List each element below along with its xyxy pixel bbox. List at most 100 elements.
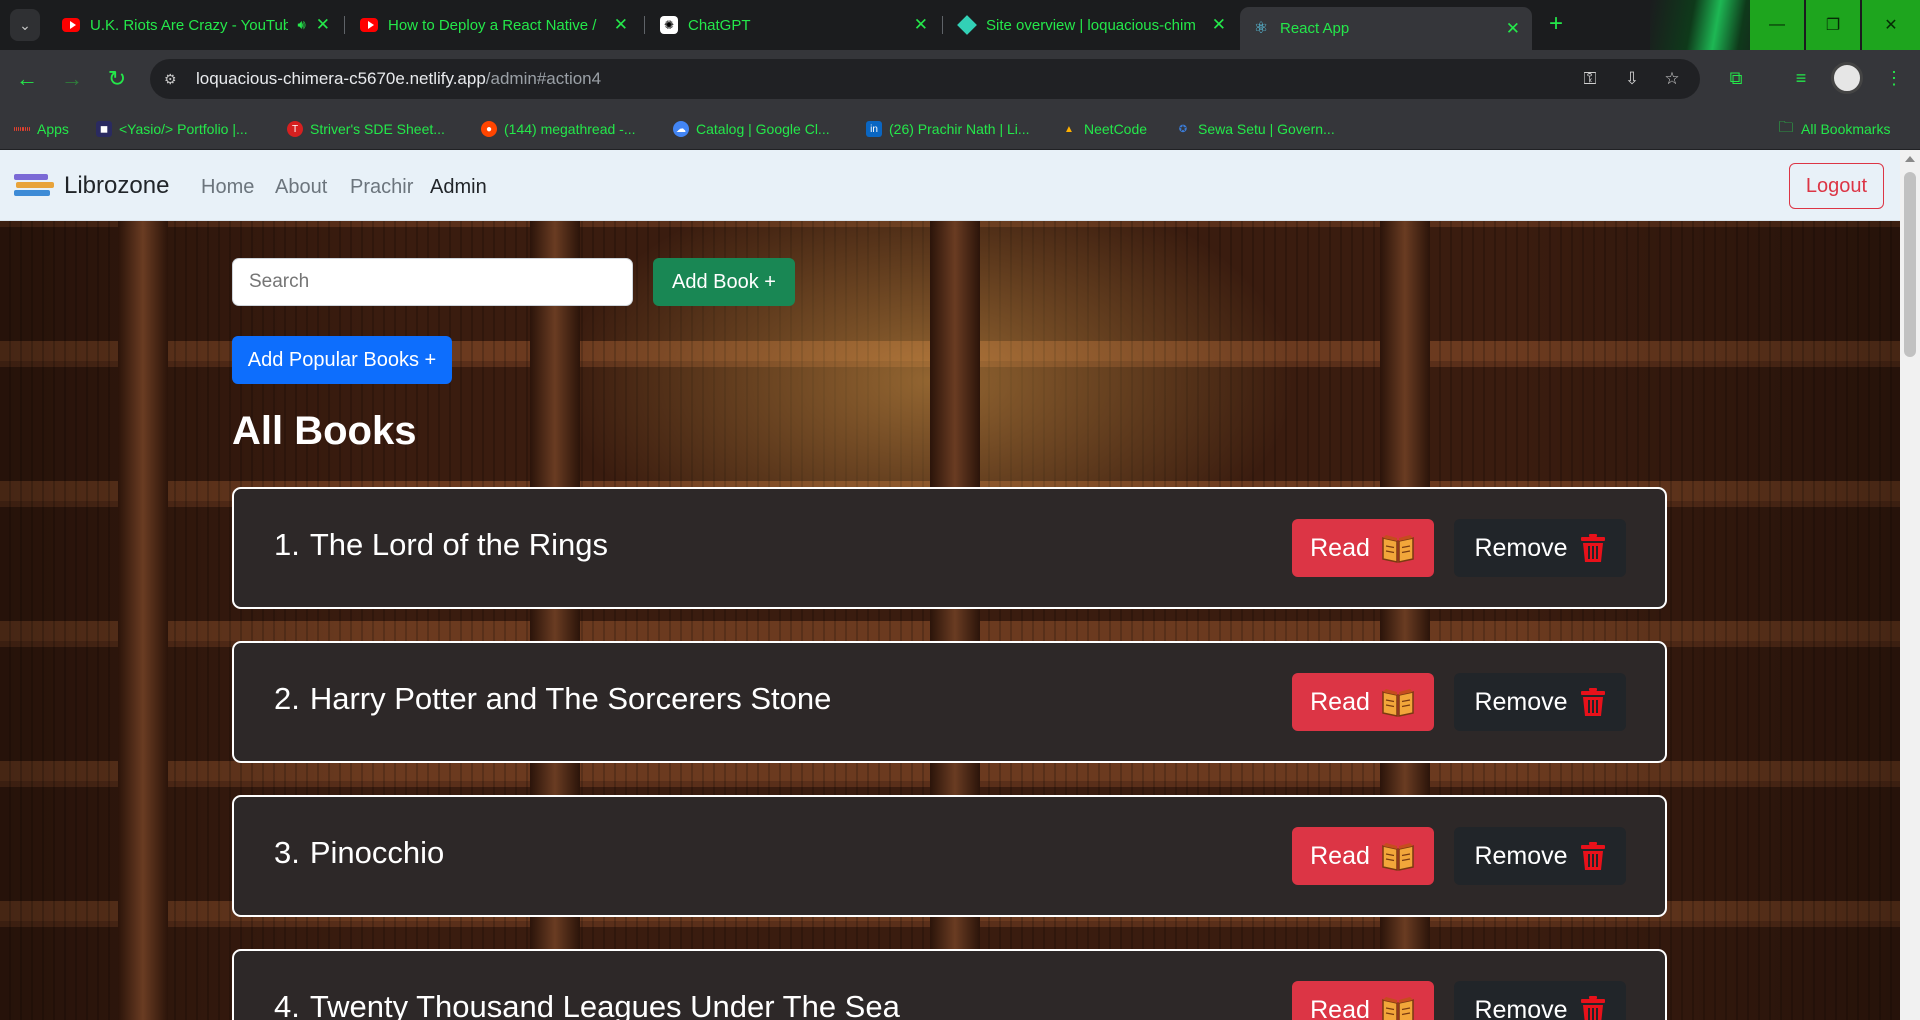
profile-avatar[interactable] bbox=[1831, 62, 1863, 94]
restore-button[interactable]: ❐ bbox=[1806, 0, 1860, 50]
bookmark-neetcode[interactable]: ▲ NeetCode bbox=[1061, 118, 1147, 140]
bookmark-label: <Yasio/> Portfolio |... bbox=[119, 121, 248, 137]
tab-chatgpt[interactable]: ✺ ChatGPT ✕ bbox=[648, 7, 940, 43]
book-card: 1. The Lord of the Rings Read Remove bbox=[232, 487, 1667, 609]
tab-react-app[interactable]: ⚛ React App ✕ bbox=[1240, 7, 1532, 50]
close-icon[interactable]: ✕ bbox=[614, 15, 628, 35]
open-book-icon bbox=[1382, 535, 1414, 563]
tab-separator bbox=[644, 16, 645, 34]
add-popular-books-button[interactable]: Add Popular Books + bbox=[232, 336, 452, 384]
book-title: 1. The Lord of the Rings bbox=[274, 527, 608, 563]
address-bar[interactable]: ⚙ loquacious-chimera-c5670e.netlify.app/… bbox=[150, 59, 1700, 99]
youtube-icon bbox=[62, 16, 80, 34]
close-icon[interactable]: ✕ bbox=[1212, 15, 1226, 35]
trash-icon bbox=[1580, 842, 1605, 870]
bookmark-linkedin[interactable]: in (26) Prachir Nath | Li... bbox=[866, 118, 1030, 140]
brand-name: Librozone bbox=[64, 172, 170, 199]
all-bookmarks-button[interactable]: 🗀 All Bookmarks bbox=[1778, 118, 1890, 140]
bookmark-label: (144) megathread -... bbox=[504, 121, 636, 137]
tab-netlify[interactable]: Site overview | loquacious-chim ✕ bbox=[946, 7, 1238, 43]
minimize-button[interactable]: — bbox=[1750, 0, 1804, 50]
remove-button[interactable]: Remove bbox=[1454, 673, 1626, 731]
tab-title: Site overview | loquacious-chim bbox=[986, 16, 1196, 34]
tab-separator bbox=[942, 16, 943, 34]
nav-home[interactable]: Home bbox=[201, 176, 254, 199]
password-key-icon[interactable]: ⚿ bbox=[1578, 67, 1602, 91]
bookmark-portfolio[interactable]: ◼ <Yasio/> Portfolio |... bbox=[96, 118, 248, 140]
url-text[interactable]: loquacious-chimera-c5670e.netlify.app/ad… bbox=[196, 69, 601, 89]
bookmark-strivers[interactable]: T Striver's SDE Sheet... bbox=[287, 118, 445, 140]
extensions-icon[interactable]: ⧉ bbox=[1722, 64, 1750, 92]
site-info-icon[interactable]: ⚙ bbox=[164, 69, 184, 89]
reddit-icon: ● bbox=[481, 121, 497, 137]
tab-title: ChatGPT bbox=[688, 16, 751, 34]
apps-grid-icon bbox=[14, 121, 31, 137]
reload-icon[interactable]: ↻ bbox=[102, 64, 132, 94]
menu-dots-icon[interactable]: ⋮ bbox=[1880, 64, 1908, 92]
media-control-icon[interactable]: ≡ bbox=[1787, 64, 1815, 92]
close-window-button[interactable]: ✕ bbox=[1862, 0, 1920, 50]
book-card: 3. Pinocchio Read Remove bbox=[232, 795, 1667, 917]
read-button[interactable]: Read bbox=[1292, 827, 1434, 885]
trash-icon bbox=[1580, 534, 1605, 562]
remove-button[interactable]: Remove bbox=[1454, 827, 1626, 885]
remove-label: Remove bbox=[1474, 841, 1568, 870]
react-icon: ⚛ bbox=[1253, 19, 1269, 37]
read-label: Read bbox=[1310, 995, 1370, 1020]
app-navbar: Librozone Home About Prachir Admin Logou… bbox=[0, 150, 1900, 221]
bookmark-label: Catalog | Google Cl... bbox=[696, 121, 830, 137]
bookmark-reddit[interactable]: ● (144) megathread -... bbox=[481, 118, 636, 140]
remove-button[interactable]: Remove bbox=[1454, 519, 1626, 577]
nav-about[interactable]: About bbox=[275, 176, 327, 199]
book-number: 2. bbox=[274, 681, 300, 716]
nav-prachir[interactable]: Prachir bbox=[350, 176, 413, 199]
install-app-icon[interactable]: ⇩ bbox=[1620, 67, 1644, 91]
read-label: Read bbox=[1310, 687, 1370, 716]
forward-arrow-icon[interactable]: → bbox=[57, 64, 87, 94]
bookmark-sewa-setu[interactable]: ✪ Sewa Setu | Govern... bbox=[1175, 118, 1335, 140]
close-icon[interactable]: ✕ bbox=[316, 15, 330, 35]
neetcode-icon: ▲ bbox=[1064, 123, 1074, 135]
tab-separator bbox=[344, 16, 345, 34]
tuf-icon: T bbox=[287, 121, 303, 137]
book-card: 4. Twenty Thousand Leagues Under The Sea … bbox=[232, 949, 1667, 1020]
book-title: 4. Twenty Thousand Leagues Under The Sea bbox=[274, 989, 900, 1020]
remove-button[interactable]: Remove bbox=[1454, 981, 1626, 1020]
tab-youtube-deploy[interactable]: How to Deploy a React Native / ✕ bbox=[348, 7, 640, 43]
read-button[interactable]: Read bbox=[1292, 519, 1434, 577]
tab-search-button[interactable]: ⌄ bbox=[10, 9, 40, 41]
remove-label: Remove bbox=[1474, 687, 1568, 716]
chatgpt-icon: ✺ bbox=[660, 16, 678, 34]
page-title: All Books bbox=[232, 409, 417, 453]
close-icon[interactable]: ✕ bbox=[914, 15, 928, 35]
scroll-up-arrow-icon[interactable] bbox=[1905, 156, 1915, 162]
govt-emblem-icon: ✪ bbox=[1178, 123, 1188, 135]
remove-label: Remove bbox=[1474, 533, 1568, 562]
brand[interactable]: Librozone bbox=[14, 172, 169, 200]
close-icon[interactable]: ✕ bbox=[1506, 19, 1520, 39]
read-button[interactable]: Read bbox=[1292, 673, 1434, 731]
bookmark-apps[interactable]: Apps bbox=[14, 118, 69, 140]
speaker-icon[interactable]: 🔊︎ bbox=[298, 17, 306, 33]
page-scrollbar[interactable] bbox=[1900, 150, 1920, 1020]
logout-button[interactable]: Logout bbox=[1789, 163, 1884, 209]
bookmark-google-cloud[interactable]: ☁ Catalog | Google Cl... bbox=[673, 118, 830, 140]
nav-admin[interactable]: Admin bbox=[430, 176, 487, 199]
bookmark-label: NeetCode bbox=[1084, 121, 1148, 137]
new-tab-button[interactable]: + bbox=[1541, 9, 1571, 41]
add-book-button[interactable]: Add Book + bbox=[653, 258, 795, 306]
read-label: Read bbox=[1310, 841, 1370, 870]
read-label: Read bbox=[1310, 533, 1370, 562]
tab-youtube-riots[interactable]: U.K. Riots Are Crazy - YouTube 🔊︎ ✕ bbox=[50, 7, 342, 43]
book-title-text: Twenty Thousand Leagues Under The Sea bbox=[309, 989, 900, 1020]
open-book-icon bbox=[1382, 843, 1414, 871]
book-number: 4. bbox=[274, 989, 300, 1020]
book-title-text: Pinocchio bbox=[309, 835, 445, 870]
bookmark-star-icon[interactable]: ☆ bbox=[1660, 67, 1684, 91]
read-button[interactable]: Read bbox=[1292, 981, 1434, 1020]
book-number: 1. bbox=[274, 527, 300, 562]
scrollbar-thumb[interactable] bbox=[1904, 172, 1916, 357]
search-input[interactable] bbox=[232, 258, 633, 306]
bookmark-label: Sewa Setu | Govern... bbox=[1198, 121, 1335, 137]
back-arrow-icon[interactable]: ← bbox=[12, 64, 42, 94]
